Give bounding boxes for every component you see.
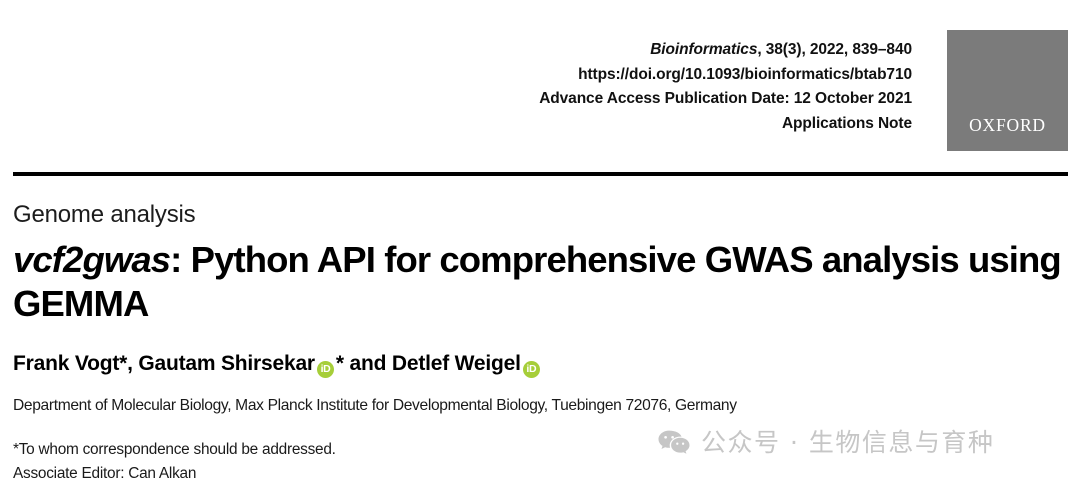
article-header: Genome analysis vcf2gwas: Python API for… — [13, 200, 1070, 486]
journal-doi[interactable]: https://doi.org/10.1093/bioinformatics/b… — [352, 63, 912, 88]
author-affiliation: Department of Molecular Biology, Max Pla… — [13, 397, 737, 414]
masthead-divider-rule — [13, 172, 1068, 176]
article-footnotes: *To whom correspondence should be addres… — [13, 438, 1070, 486]
advance-access-date: Advance Access Publication Date: 12 Octo… — [539, 90, 912, 107]
oxford-logo-text: OXFORD — [969, 114, 1046, 135]
orcid-icon[interactable]: iD — [316, 361, 334, 378]
author-names-first: Frank Vogt*, Gautam Shirsekar — [13, 352, 315, 375]
journal-citation-line: Bioinformatics, 38(3), 2022, 839–840 — [352, 38, 912, 63]
footnote-associate-editor: Associate Editor: Can Alkan — [13, 465, 197, 482]
article-title-remainder: : Python API for comprehensive GWAS anal… — [13, 239, 1062, 324]
footnote-correspondence: *To whom correspondence should be addres… — [13, 441, 336, 458]
article-section-label: Genome analysis — [13, 201, 196, 228]
article-title-tool-name: vcf2gwas — [13, 239, 171, 280]
page-title: vcf2gwas: Python API for comprehensive G… — [13, 238, 1070, 326]
author-names-second: * and Detlef Weigel — [335, 352, 521, 375]
journal-citation-block: Bioinformatics, 38(3), 2022, 839–840 htt… — [352, 38, 912, 136]
journal-masthead: Bioinformatics, 38(3), 2022, 839–840 htt… — [0, 0, 1080, 176]
journal-citation-rest: , 38(3), 2022, 839–840 — [757, 41, 912, 58]
author-list: Frank Vogt*, Gautam Shirsekar iD * and Det… — [13, 350, 1070, 378]
article-type-label: Applications Note — [781, 114, 912, 132]
journal-name: Bioinformatics — [650, 41, 758, 58]
paper-page: Bioinformatics, 38(3), 2022, 839–840 htt… — [0, 0, 1080, 502]
oxford-university-press-logo: OXFORD — [947, 30, 1068, 151]
orcid-icon[interactable]: iD — [522, 361, 540, 378]
